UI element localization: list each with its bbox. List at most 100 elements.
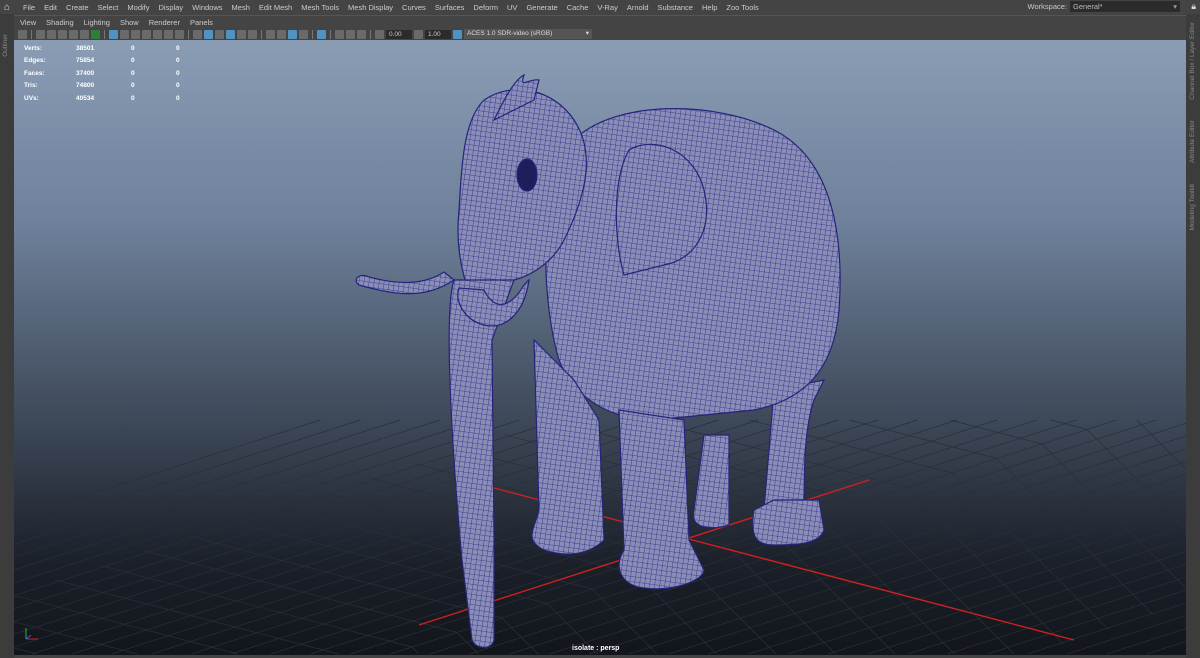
grid-line <box>1066 615 1186 655</box>
safe-action-icon[interactable] <box>164 29 173 39</box>
grid-line <box>14 595 238 655</box>
menu-help[interactable]: Help <box>702 3 717 12</box>
field-chart-icon[interactable] <box>153 29 162 39</box>
menu-cache[interactable]: Cache <box>567 3 589 12</box>
menu-mesh[interactable]: Mesh <box>232 3 250 12</box>
grid-line <box>668 487 1186 655</box>
panel-menu-show[interactable]: Show <box>120 18 139 27</box>
panel-menu-shading[interactable]: Shading <box>46 18 74 27</box>
bookmark-icon[interactable] <box>47 29 56 39</box>
perspective-viewport[interactable]: Verts: 38501 0 0 Edges: 75854 0 0 Faces: 37400 0 0 T… <box>14 40 1186 655</box>
tab-attribute-editor[interactable]: Attribute Editor <box>1189 120 1196 163</box>
panel-menu-renderer[interactable]: Renderer <box>149 18 180 27</box>
wireframe-icon[interactable] <box>193 29 202 39</box>
grid-toggle-icon[interactable] <box>91 29 100 39</box>
film-gate-icon[interactable] <box>120 29 129 39</box>
menu-edit-mesh[interactable]: Edit Mesh <box>259 3 292 12</box>
isolate-icon[interactable] <box>357 29 366 39</box>
menu-mesh-tools[interactable]: Mesh Tools <box>301 3 339 12</box>
grid-line <box>950 419 1043 445</box>
view-axis-indicator <box>25 628 38 640</box>
grease-pencil-icon[interactable] <box>80 29 89 39</box>
menu-deform[interactable]: Deform <box>473 3 498 12</box>
xray-icon[interactable] <box>299 29 308 39</box>
menu-edit[interactable]: Edit <box>44 3 57 12</box>
hud-row: Edges: 75854 0 0 <box>24 55 221 68</box>
gate-mask-icon[interactable] <box>142 29 151 39</box>
hud-label: Faces: <box>24 69 45 77</box>
panel-menu-view[interactable]: View <box>20 18 36 27</box>
grid-line <box>390 419 1117 655</box>
menu-uv[interactable]: UV <box>507 3 517 12</box>
hud-v3: 0 <box>176 94 180 102</box>
workspace-selector: Workspace: General* ▾ <box>1028 1 1180 12</box>
exposure-field[interactable]: 0.00 <box>386 29 412 39</box>
menu-select[interactable]: Select <box>98 3 119 12</box>
tab-modeling-toolkit[interactable]: Modeling Toolkit <box>1189 184 1196 231</box>
workspace-dropdown[interactable]: General* ▾ <box>1070 1 1180 12</box>
grid-line <box>987 589 1186 655</box>
menu-windows[interactable]: Windows <box>192 3 222 12</box>
grid-line <box>828 538 1186 655</box>
backface-icon[interactable] <box>346 29 355 39</box>
hud-v1: 37400 <box>76 69 95 77</box>
select-camera-icon[interactable] <box>18 29 27 39</box>
default-material-icon[interactable] <box>215 29 224 39</box>
shadows-icon[interactable] <box>266 29 275 39</box>
hud-row: Faces: 37400 0 0 <box>24 67 221 80</box>
menu-arnold[interactable]: Arnold <box>627 3 649 12</box>
wireframe-on-shaded-icon[interactable] <box>226 29 235 39</box>
viewport-toolbar: 0.00 1.00 ACES 1.0 SDR-video (sRGB) ▾ <box>14 28 1186 40</box>
outliner-strip[interactable]: Outliner <box>0 14 14 658</box>
menu-curves[interactable]: Curves <box>402 3 426 12</box>
grid-line <box>1050 419 1088 430</box>
menu-file[interactable]: File <box>23 3 35 12</box>
menu-surfaces[interactable]: Surfaces <box>435 3 465 12</box>
menu-generate[interactable]: Generate <box>526 3 557 12</box>
gamma-field[interactable]: 1.00 <box>425 29 451 39</box>
grid-icon[interactable] <box>109 29 118 39</box>
lights-icon[interactable] <box>248 29 257 39</box>
safe-title-icon[interactable] <box>175 29 184 39</box>
grid-line <box>1146 640 1186 655</box>
grid-line <box>99 565 413 648</box>
grid-line <box>907 564 1186 655</box>
2d-pan-icon[interactable] <box>69 29 78 39</box>
gamma-icon[interactable] <box>414 29 423 39</box>
resolution-gate-icon[interactable] <box>131 29 140 39</box>
home-icon[interactable]: ⌂ <box>0 2 14 13</box>
grid-line <box>189 536 503 619</box>
hud-v3: 0 <box>176 57 180 65</box>
grid-line <box>726 545 836 655</box>
menu-substance[interactable]: Substance <box>658 3 693 12</box>
menu-display[interactable]: Display <box>159 3 184 12</box>
isolate-select-icon[interactable] <box>288 29 297 39</box>
panel-menu-panels[interactable]: Panels <box>190 18 213 27</box>
camera-attributes-icon[interactable] <box>36 29 45 39</box>
exposure-icon[interactable] <box>375 29 384 39</box>
panel-menu-lighting[interactable]: Lighting <box>84 18 110 27</box>
textured-icon[interactable] <box>237 29 246 39</box>
menu-create[interactable]: Create <box>66 3 89 12</box>
color-space-dropdown[interactable]: ACES 1.0 SDR-video (sRGB) ▾ <box>464 29 592 39</box>
grid-line <box>14 647 38 655</box>
menu-modify[interactable]: Modify <box>127 3 149 12</box>
color-management-icon[interactable] <box>453 29 462 39</box>
menu-zoo-tools[interactable]: Zoo Tools <box>726 3 758 12</box>
smooth-shade-icon[interactable] <box>204 29 213 39</box>
xray-active-icon[interactable] <box>335 29 344 39</box>
grid-line <box>996 458 1154 615</box>
menu-mesh-display[interactable]: Mesh Display <box>348 3 393 12</box>
menu-v-ray[interactable]: V-Ray <box>597 3 617 12</box>
color-space-value: ACES 1.0 SDR-video (sRGB) <box>467 30 553 37</box>
lock-icon[interactable]: 🔒︎ <box>1191 1 1196 12</box>
grid-line <box>14 419 480 571</box>
xray-joints-icon[interactable] <box>317 29 326 39</box>
outliner-tab[interactable]: Outliner <box>2 34 9 57</box>
hud-label: Verts: <box>24 44 43 52</box>
tab-channel-box[interactable]: Channel Box / Layer Editor <box>1189 22 1196 100</box>
ambient-occlusion-icon[interactable] <box>277 29 286 39</box>
hud-v2: 0 <box>131 94 135 102</box>
hud-label: Tris: <box>24 82 38 90</box>
image-plane-icon[interactable] <box>58 29 67 39</box>
